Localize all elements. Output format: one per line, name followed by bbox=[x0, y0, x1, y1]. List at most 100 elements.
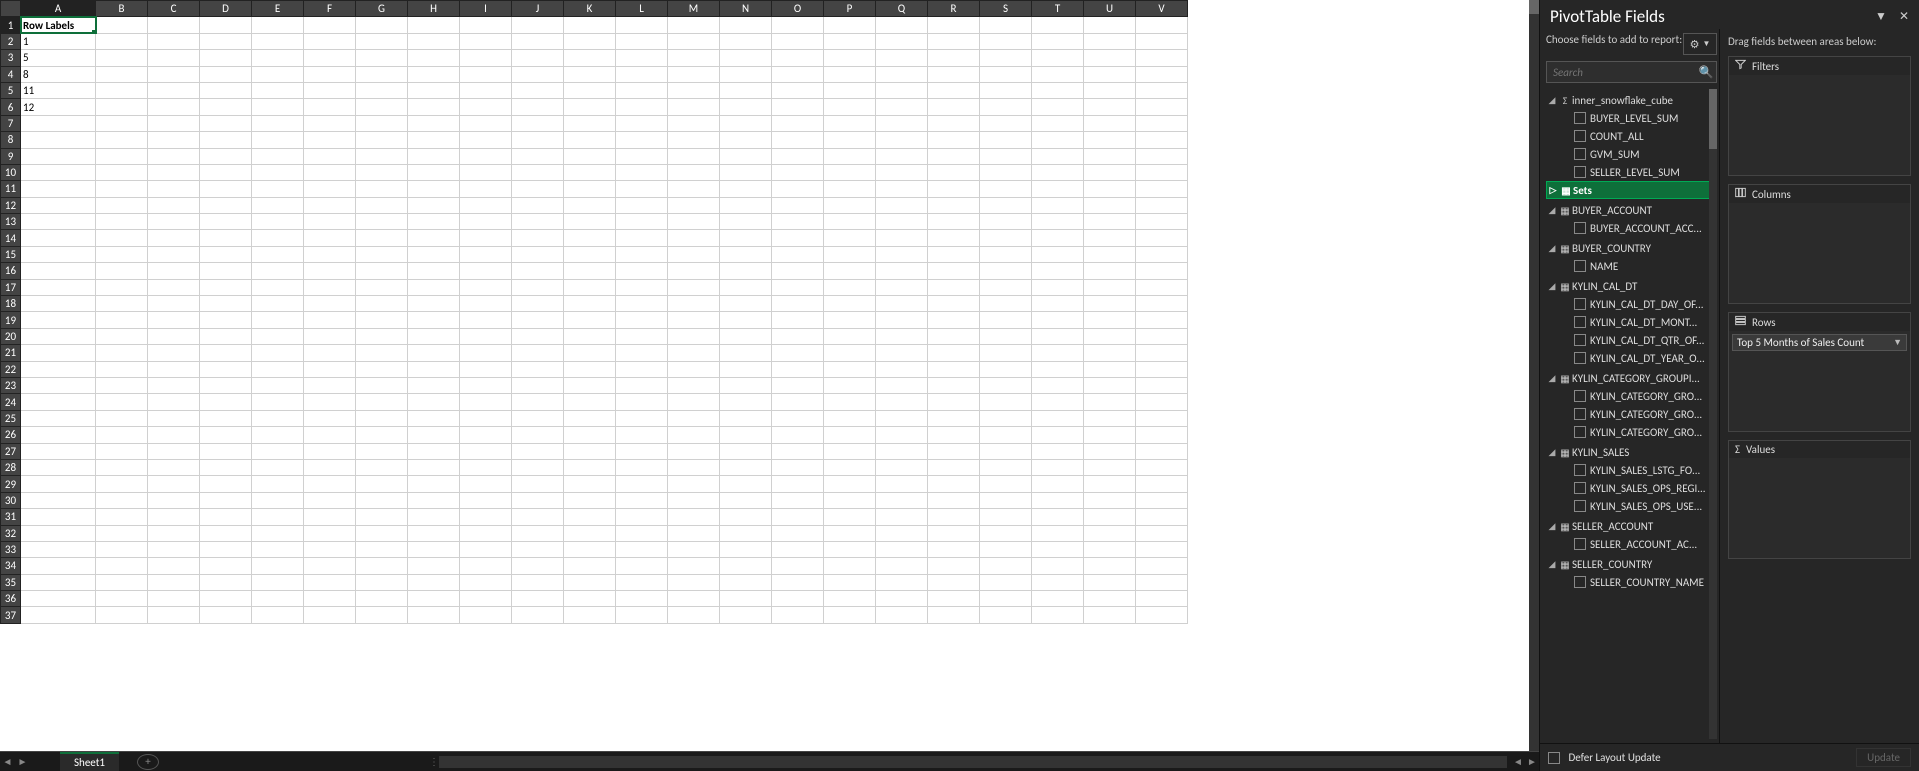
cell-S14[interactable] bbox=[980, 230, 1032, 246]
cell-L17[interactable] bbox=[616, 279, 668, 295]
cell-R24[interactable] bbox=[928, 394, 980, 410]
cell-A28[interactable] bbox=[21, 459, 96, 475]
cell-V10[interactable] bbox=[1136, 164, 1188, 180]
cell-T33[interactable] bbox=[1032, 541, 1084, 557]
cell-D7[interactable] bbox=[200, 115, 252, 131]
field-checkbox[interactable] bbox=[1574, 260, 1586, 272]
cell-R13[interactable] bbox=[928, 214, 980, 230]
cell-C35[interactable] bbox=[148, 574, 200, 590]
cell-U35[interactable] bbox=[1084, 574, 1136, 590]
cell-L9[interactable] bbox=[616, 148, 668, 164]
cell-O32[interactable] bbox=[772, 525, 824, 541]
collapse-icon[interactable]: ◢ bbox=[1546, 559, 1558, 570]
field-checkbox[interactable] bbox=[1574, 500, 1586, 512]
cell-M17[interactable] bbox=[668, 279, 720, 295]
grid-vertical-scrollbar[interactable] bbox=[1529, 0, 1539, 751]
cell-F28[interactable] bbox=[304, 459, 356, 475]
cell-I1[interactable] bbox=[460, 17, 512, 33]
cell-P3[interactable] bbox=[824, 50, 876, 66]
column-header-F[interactable]: F bbox=[304, 1, 356, 17]
cell-D31[interactable] bbox=[200, 509, 252, 525]
cell-V27[interactable] bbox=[1136, 443, 1188, 459]
cell-K27[interactable] bbox=[564, 443, 616, 459]
cell-V19[interactable] bbox=[1136, 312, 1188, 328]
cell-D5[interactable] bbox=[200, 82, 252, 98]
cell-C27[interactable] bbox=[148, 443, 200, 459]
cell-K28[interactable] bbox=[564, 459, 616, 475]
cell-P30[interactable] bbox=[824, 492, 876, 508]
field-checkbox[interactable] bbox=[1574, 130, 1586, 142]
cell-N8[interactable] bbox=[720, 132, 772, 148]
tab-nav-prev-icon[interactable]: ◄ bbox=[0, 755, 15, 768]
cell-G15[interactable] bbox=[356, 246, 408, 262]
cell-C16[interactable] bbox=[148, 263, 200, 279]
cell-G18[interactable] bbox=[356, 296, 408, 312]
cell-F35[interactable] bbox=[304, 574, 356, 590]
cell-T30[interactable] bbox=[1032, 492, 1084, 508]
cell-I18[interactable] bbox=[460, 296, 512, 312]
cell-G27[interactable] bbox=[356, 443, 408, 459]
cell-Q1[interactable] bbox=[876, 17, 928, 33]
cell-U4[interactable] bbox=[1084, 66, 1136, 82]
cell-R30[interactable] bbox=[928, 492, 980, 508]
cell-N4[interactable] bbox=[720, 66, 772, 82]
cell-D1[interactable] bbox=[200, 17, 252, 33]
cell-J20[interactable] bbox=[512, 328, 564, 344]
cell-E23[interactable] bbox=[252, 377, 304, 393]
cell-E24[interactable] bbox=[252, 394, 304, 410]
cell-B33[interactable] bbox=[96, 541, 148, 557]
cell-O12[interactable] bbox=[772, 197, 824, 213]
cell-L20[interactable] bbox=[616, 328, 668, 344]
cell-V31[interactable] bbox=[1136, 509, 1188, 525]
cell-E7[interactable] bbox=[252, 115, 304, 131]
row-header-12[interactable]: 12 bbox=[1, 197, 21, 213]
row-header-11[interactable]: 11 bbox=[1, 181, 21, 197]
cell-J1[interactable] bbox=[512, 17, 564, 33]
cell-L10[interactable] bbox=[616, 164, 668, 180]
collapse-icon[interactable]: ◢ bbox=[1546, 447, 1558, 458]
cell-N9[interactable] bbox=[720, 148, 772, 164]
cell-H4[interactable] bbox=[408, 66, 460, 82]
cell-C33[interactable] bbox=[148, 541, 200, 557]
cell-G31[interactable] bbox=[356, 509, 408, 525]
cell-O37[interactable] bbox=[772, 607, 824, 623]
cell-E22[interactable] bbox=[252, 361, 304, 377]
cell-T24[interactable] bbox=[1032, 394, 1084, 410]
cell-G4[interactable] bbox=[356, 66, 408, 82]
cell-L35[interactable] bbox=[616, 574, 668, 590]
cell-L15[interactable] bbox=[616, 246, 668, 262]
cell-H28[interactable] bbox=[408, 459, 460, 475]
cell-F17[interactable] bbox=[304, 279, 356, 295]
cell-L25[interactable] bbox=[616, 410, 668, 426]
cell-I36[interactable] bbox=[460, 591, 512, 607]
cell-O9[interactable] bbox=[772, 148, 824, 164]
cell-F4[interactable] bbox=[304, 66, 356, 82]
cell-T10[interactable] bbox=[1032, 164, 1084, 180]
cell-P18[interactable] bbox=[824, 296, 876, 312]
cell-F31[interactable] bbox=[304, 509, 356, 525]
row-header-3[interactable]: 3 bbox=[1, 50, 21, 66]
tree-field-0-0[interactable]: BUYER_LEVEL_SUM bbox=[1546, 109, 1717, 127]
column-header-R[interactable]: R bbox=[928, 1, 980, 17]
cell-K31[interactable] bbox=[564, 509, 616, 525]
cell-F19[interactable] bbox=[304, 312, 356, 328]
cell-T1[interactable] bbox=[1032, 17, 1084, 33]
cell-T3[interactable] bbox=[1032, 50, 1084, 66]
cell-M13[interactable] bbox=[668, 214, 720, 230]
cell-F15[interactable] bbox=[304, 246, 356, 262]
cell-G37[interactable] bbox=[356, 607, 408, 623]
cell-G32[interactable] bbox=[356, 525, 408, 541]
cell-K2[interactable] bbox=[564, 33, 616, 49]
tree-field-4-1[interactable]: KYLIN_CAL_DT_MONT... bbox=[1546, 313, 1717, 331]
field-checkbox[interactable] bbox=[1574, 316, 1586, 328]
cell-O1[interactable] bbox=[772, 17, 824, 33]
cell-C20[interactable] bbox=[148, 328, 200, 344]
row-header-10[interactable]: 10 bbox=[1, 164, 21, 180]
cell-A4[interactable]: 8 bbox=[21, 66, 96, 82]
cell-O16[interactable] bbox=[772, 263, 824, 279]
cell-M30[interactable] bbox=[668, 492, 720, 508]
cell-V4[interactable] bbox=[1136, 66, 1188, 82]
cell-Q24[interactable] bbox=[876, 394, 928, 410]
cell-P21[interactable] bbox=[824, 345, 876, 361]
cell-Q23[interactable] bbox=[876, 377, 928, 393]
